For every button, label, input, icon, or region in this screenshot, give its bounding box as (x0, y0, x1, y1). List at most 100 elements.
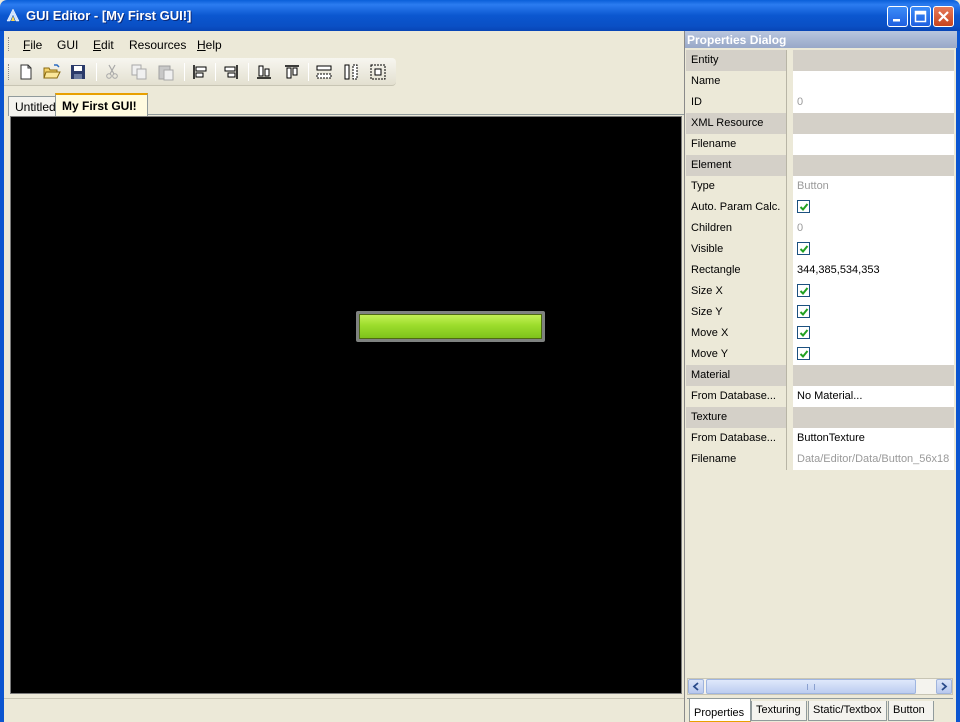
property-label: Children (686, 218, 787, 239)
tab-properties[interactable]: Properties (689, 699, 751, 722)
property-row[interactable]: Filename (686, 134, 954, 155)
property-row[interactable]: Filename Data/Editor/Data/Button_56x18 (686, 449, 954, 470)
checkmark-icon (799, 203, 809, 211)
toolbar-separator (215, 63, 216, 81)
property-value (793, 50, 954, 71)
menu-resources[interactable]: Resources (129, 38, 186, 52)
tab-button[interactable]: Button (888, 701, 934, 721)
same-height-icon (344, 64, 358, 80)
property-label: Move X (686, 323, 787, 344)
tab-my-first-gui[interactable]: My First GUI! (55, 93, 148, 116)
menu-gui[interactable]: GUI (57, 38, 78, 52)
property-checkbox-cell[interactable] (793, 239, 954, 260)
tab-texturing[interactable]: Texturing (751, 701, 807, 721)
status-bar (4, 698, 684, 722)
same-width-icon (316, 65, 332, 79)
same-size-button[interactable] (369, 63, 387, 81)
property-value[interactable]: ButtonTexture (793, 428, 954, 449)
menu-help[interactable]: Help (197, 38, 222, 52)
property-row[interactable]: Move Y (686, 344, 954, 365)
property-value: Button (793, 176, 954, 197)
tab-static-textbox[interactable]: Static/Textbox (808, 701, 887, 721)
property-row[interactable]: From Database... No Material... (686, 386, 954, 407)
properties-title: Properties Dialog (685, 31, 957, 48)
property-label: Element (686, 155, 787, 176)
close-icon (938, 11, 949, 22)
paste-button[interactable] (157, 63, 175, 81)
menu-edit[interactable]: Edit (93, 38, 114, 52)
align-top-button[interactable] (283, 63, 301, 81)
checkbox[interactable] (797, 200, 810, 213)
property-category: XML Resource (686, 113, 954, 134)
horizontal-scrollbar[interactable] (687, 678, 953, 695)
property-row[interactable]: Rectangle 344,385,534,353 (686, 260, 954, 281)
open-button[interactable] (43, 63, 61, 81)
property-category: Element (686, 155, 954, 176)
new-button[interactable] (17, 63, 35, 81)
checkbox[interactable] (797, 305, 810, 318)
property-row[interactable]: Name (686, 71, 954, 92)
cut-button[interactable] (103, 63, 121, 81)
property-label: Type (686, 176, 787, 197)
same-height-button[interactable] (342, 63, 360, 81)
property-row[interactable]: From Database... ButtonTexture (686, 428, 954, 449)
app-icon (6, 8, 20, 22)
property-row[interactable]: Move X (686, 323, 954, 344)
property-checkbox-cell[interactable] (793, 323, 954, 344)
document-tabs: Untitled My First GUI! (8, 93, 684, 116)
property-row[interactable]: Size Y (686, 302, 954, 323)
property-checkbox-cell[interactable] (793, 197, 954, 218)
scroll-left-button[interactable] (688, 679, 704, 694)
property-row[interactable]: Auto. Param Calc. (686, 197, 954, 218)
checkmark-icon (799, 287, 809, 295)
gui-button-element[interactable] (356, 311, 545, 342)
cut-icon (106, 64, 118, 79)
scroll-thumb[interactable] (706, 679, 916, 694)
property-checkbox-cell[interactable] (793, 302, 954, 323)
property-row[interactable]: Children 0 (686, 218, 954, 239)
checkbox[interactable] (797, 326, 810, 339)
gui-canvas[interactable] (10, 116, 682, 694)
copy-button[interactable] (130, 63, 148, 81)
editor-workspace: Untitled My First GUI! (4, 88, 684, 698)
property-label: XML Resource (686, 113, 787, 134)
tab-untitled[interactable]: Untitled (8, 96, 60, 116)
align-bottom-button[interactable] (255, 63, 273, 81)
menu-grip[interactable] (8, 37, 11, 51)
property-value[interactable]: No Material... (793, 386, 954, 407)
toolbar-separator (184, 63, 185, 81)
property-label: From Database... (686, 428, 787, 449)
property-checkbox-cell[interactable] (793, 281, 954, 302)
property-value (793, 155, 954, 176)
menu-file[interactable]: File (23, 38, 42, 52)
maximize-button[interactable] (910, 6, 931, 27)
property-value[interactable]: 344,385,534,353 (793, 260, 954, 281)
title-bar: GUI Editor - [My First GUI!] (0, 0, 960, 31)
scroll-right-button[interactable] (936, 679, 952, 694)
paste-icon (158, 65, 174, 81)
property-value[interactable] (793, 71, 954, 92)
toolbar-grip[interactable] (8, 64, 11, 80)
property-label: Size X (686, 281, 787, 302)
checkbox[interactable] (797, 347, 810, 360)
checkbox[interactable] (797, 242, 810, 255)
copy-icon (131, 64, 147, 80)
property-row[interactable]: ID 0 (686, 92, 954, 113)
property-row[interactable]: Type Button (686, 176, 954, 197)
toolbar (4, 58, 396, 86)
property-row[interactable]: Visible (686, 239, 954, 260)
properties-tabs: Properties Texturing Static/Textbox Butt… (687, 698, 953, 722)
property-label: Material (686, 365, 787, 386)
property-value[interactable] (793, 134, 954, 155)
checkbox[interactable] (797, 284, 810, 297)
save-button[interactable] (69, 63, 87, 81)
property-label: Visible (686, 239, 787, 260)
property-label: Auto. Param Calc. (686, 197, 787, 218)
property-row[interactable]: Size X (686, 281, 954, 302)
close-button[interactable] (933, 6, 954, 27)
property-checkbox-cell[interactable] (793, 344, 954, 365)
minimize-button[interactable] (887, 6, 908, 27)
same-width-button[interactable] (315, 63, 333, 81)
align-right-button[interactable] (222, 63, 240, 81)
align-left-button[interactable] (191, 63, 209, 81)
